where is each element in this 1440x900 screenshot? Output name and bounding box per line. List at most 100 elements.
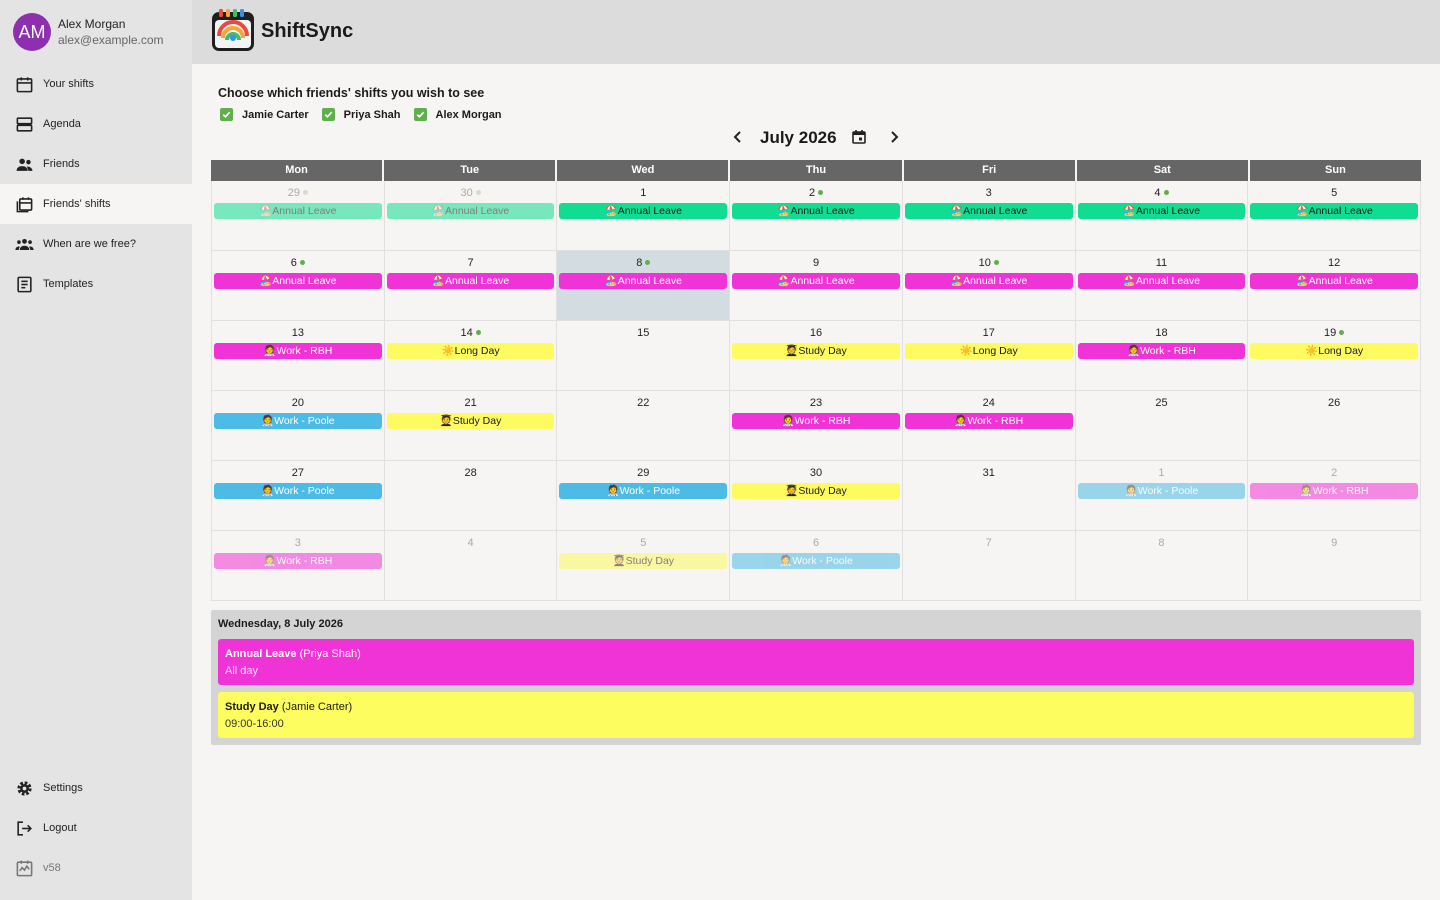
calendar-day[interactable]: 6 🧑‍⚕️Work - Poole — [730, 531, 903, 601]
shift-event[interactable]: 🧑‍⚕️Work - Poole — [732, 553, 900, 569]
shift-event[interactable]: 🏖️Annual Leave — [1077, 273, 1246, 289]
calendar-day[interactable]: 26 — [1248, 391, 1422, 461]
calendar-day[interactable]: 4 🏖️Annual Leave — [1075, 181, 1249, 251]
checkbox-checked-icon[interactable] — [321, 108, 335, 121]
shift-event[interactable]: ☀️Long Day — [1250, 343, 1419, 359]
calendar-day[interactable]: 24 🧑‍⚕️Work - RBH — [902, 391, 1076, 461]
shift-event[interactable]: 🏖️Annual Leave — [732, 203, 900, 219]
shift-event[interactable]: 🧑‍⚕️Work - RBH — [732, 413, 900, 429]
calendar-day[interactable]: 2 🧑‍⚕️Work - RBH — [1248, 461, 1422, 531]
calendar-day[interactable]: 10 🏖️Annual Leave — [902, 251, 1076, 321]
calendar-day[interactable]: 19 ☀️Long Day — [1248, 321, 1422, 391]
nav-item-agenda[interactable]: Agenda — [0, 104, 192, 144]
calendar-day[interactable]: 29 🏖️Annual Leave — [211, 181, 385, 251]
day-number-text: 5 — [1331, 187, 1338, 199]
user-profile[interactable]: AM Alex Morgan alex@example.com — [13, 13, 164, 51]
shift-event[interactable]: 🧑‍⚕️Work - RBH — [904, 413, 1073, 429]
friend-checkbox[interactable]: Priya Shah — [321, 108, 401, 121]
shift-event[interactable]: 🧑‍🎓Study Day — [732, 343, 900, 359]
shift-emoji-icon: ☀️ — [959, 345, 973, 357]
calendar-day[interactable]: 23 🧑‍⚕️Work - RBH — [730, 391, 903, 461]
calendar-day[interactable]: 11 🏖️Annual Leave — [1075, 251, 1249, 321]
calendar-day[interactable]: 13 🧑‍⚕️Work - RBH — [211, 321, 385, 391]
shift-event[interactable]: 🧑‍⚕️Work - RBH — [1077, 343, 1246, 359]
calendar-day[interactable]: 30 🧑‍🎓Study Day — [730, 461, 903, 531]
day-number: 6 — [212, 257, 384, 270]
chevron-right-icon[interactable] — [886, 129, 902, 145]
shift-event[interactable]: 🧑‍⚕️Work - Poole — [214, 483, 382, 499]
shift-emoji-icon: ☀️ — [1305, 345, 1319, 357]
calendar-day[interactable]: 16 🧑‍🎓Study Day — [730, 321, 903, 391]
calendar-day[interactable]: 4 — [384, 531, 558, 601]
friend-checkbox[interactable]: Alex Morgan — [413, 108, 502, 121]
calendar-day[interactable]: 8 — [1075, 531, 1249, 601]
shift-card[interactable]: Annual Leave (Priya Shah) All day — [218, 639, 1414, 685]
nav-item-when-free[interactable]: When are we free? — [0, 224, 192, 264]
shift-event[interactable]: 🧑‍⚕️Work - RBH — [1250, 483, 1419, 499]
calendar-day[interactable]: 15 — [557, 321, 731, 391]
nav-item-templates[interactable]: Templates — [0, 264, 192, 304]
calendar-day[interactable]: 7 🏖️Annual Leave — [384, 251, 558, 321]
nav-item-friends-shifts[interactable]: Friends' shifts — [0, 184, 192, 224]
calendar-day[interactable]: 20 🧑‍⚕️Work - Poole — [211, 391, 385, 461]
shift-event[interactable]: 🏖️Annual Leave — [386, 273, 555, 289]
shift-event[interactable]: 🏖️Annual Leave — [732, 273, 900, 289]
shift-event[interactable]: 🏖️Annual Leave — [214, 203, 382, 219]
calendar-day[interactable]: 25 — [1075, 391, 1249, 461]
calendar-day[interactable]: 2 🏖️Annual Leave — [730, 181, 903, 251]
shift-event[interactable]: 🏖️Annual Leave — [904, 273, 1073, 289]
day-number: 23 — [730, 397, 902, 410]
shift-event[interactable]: ☀️Long Day — [904, 343, 1073, 359]
shift-event[interactable]: 🏖️Annual Leave — [386, 203, 555, 219]
shift-event[interactable]: 🧑‍⚕️Work - RBH — [214, 553, 382, 569]
shift-event[interactable]: 🏖️Annual Leave — [1077, 203, 1246, 219]
calendar-day[interactable]: 29 🧑‍⚕️Work - Poole — [557, 461, 731, 531]
calendar-day[interactable]: 7 — [902, 531, 1076, 601]
calendar-picker-icon[interactable] — [851, 129, 867, 145]
calendar-day[interactable]: 5 🏖️Annual Leave — [1248, 181, 1422, 251]
shift-event[interactable]: 🏖️Annual Leave — [559, 273, 728, 289]
calendar-day[interactable]: 3 🧑‍⚕️Work - RBH — [211, 531, 385, 601]
calendar-day[interactable]: 9 — [1248, 531, 1422, 601]
shift-event[interactable]: 🧑‍⚕️Work - Poole — [1077, 483, 1246, 499]
shift-event[interactable]: 🏖️Annual Leave — [559, 203, 728, 219]
chevron-left-icon[interactable] — [730, 129, 746, 145]
calendar-day[interactable]: 18 🧑‍⚕️Work - RBH — [1075, 321, 1249, 391]
calendar-day[interactable]: 17 ☀️Long Day — [902, 321, 1076, 391]
shift-event[interactable]: 🏖️Annual Leave — [1250, 273, 1419, 289]
friend-checkbox[interactable]: Jamie Carter — [220, 108, 309, 121]
calendar-day[interactable]: 30 🏖️Annual Leave — [384, 181, 558, 251]
nav-item-friends[interactable]: Friends — [0, 144, 192, 184]
calendar-day[interactable]: 27 🧑‍⚕️Work - Poole — [211, 461, 385, 531]
calendar-day[interactable]: 3 🏖️Annual Leave — [902, 181, 1076, 251]
nav-item-your-shifts[interactable]: Your shifts — [0, 64, 192, 104]
calendar-day[interactable]: 8 🏖️Annual Leave — [557, 251, 731, 321]
calendar-day[interactable]: 1 🏖️Annual Leave — [557, 181, 731, 251]
shift-event[interactable]: 🧑‍🎓Study Day — [386, 413, 555, 429]
calendar-day[interactable]: 28 — [384, 461, 558, 531]
shift-event[interactable]: 🏖️Annual Leave — [214, 273, 382, 289]
checkbox-checked-icon[interactable] — [413, 108, 427, 121]
calendar-day[interactable]: 22 — [557, 391, 731, 461]
shift-card[interactable]: Study Day (Jamie Carter) 09:00-16:00 — [218, 692, 1414, 738]
calendar-day[interactable]: 21 🧑‍🎓Study Day — [384, 391, 558, 461]
shift-event[interactable]: 🧑‍⚕️Work - Poole — [559, 483, 728, 499]
shift-event[interactable]: 🏖️Annual Leave — [1250, 203, 1419, 219]
nav-item-logout[interactable]: Logout — [0, 808, 192, 848]
shift-event[interactable]: 🧑‍🎓Study Day — [732, 483, 900, 499]
calendar-day[interactable]: 1 🧑‍⚕️Work - Poole — [1075, 461, 1249, 531]
shift-event[interactable]: ☀️Long Day — [386, 343, 555, 359]
nav-item-settings[interactable]: Settings — [0, 768, 192, 808]
calendar-day[interactable]: 14 ☀️Long Day — [384, 321, 558, 391]
calendar-day[interactable]: 9 🏖️Annual Leave — [730, 251, 903, 321]
checkbox-checked-icon[interactable] — [220, 108, 233, 121]
shift-event[interactable]: 🧑‍⚕️Work - RBH — [214, 343, 382, 359]
day-number: 30 — [385, 187, 557, 200]
calendar-day[interactable]: 6 🏖️Annual Leave — [211, 251, 385, 321]
shift-event[interactable]: 🧑‍⚕️Work - Poole — [214, 413, 382, 429]
shift-event[interactable]: 🏖️Annual Leave — [904, 203, 1073, 219]
shift-event[interactable]: 🧑‍🎓Study Day — [559, 553, 728, 569]
calendar-day[interactable]: 5 🧑‍🎓Study Day — [557, 531, 731, 601]
calendar-day[interactable]: 12 🏖️Annual Leave — [1248, 251, 1422, 321]
calendar-day[interactable]: 31 — [902, 461, 1076, 531]
